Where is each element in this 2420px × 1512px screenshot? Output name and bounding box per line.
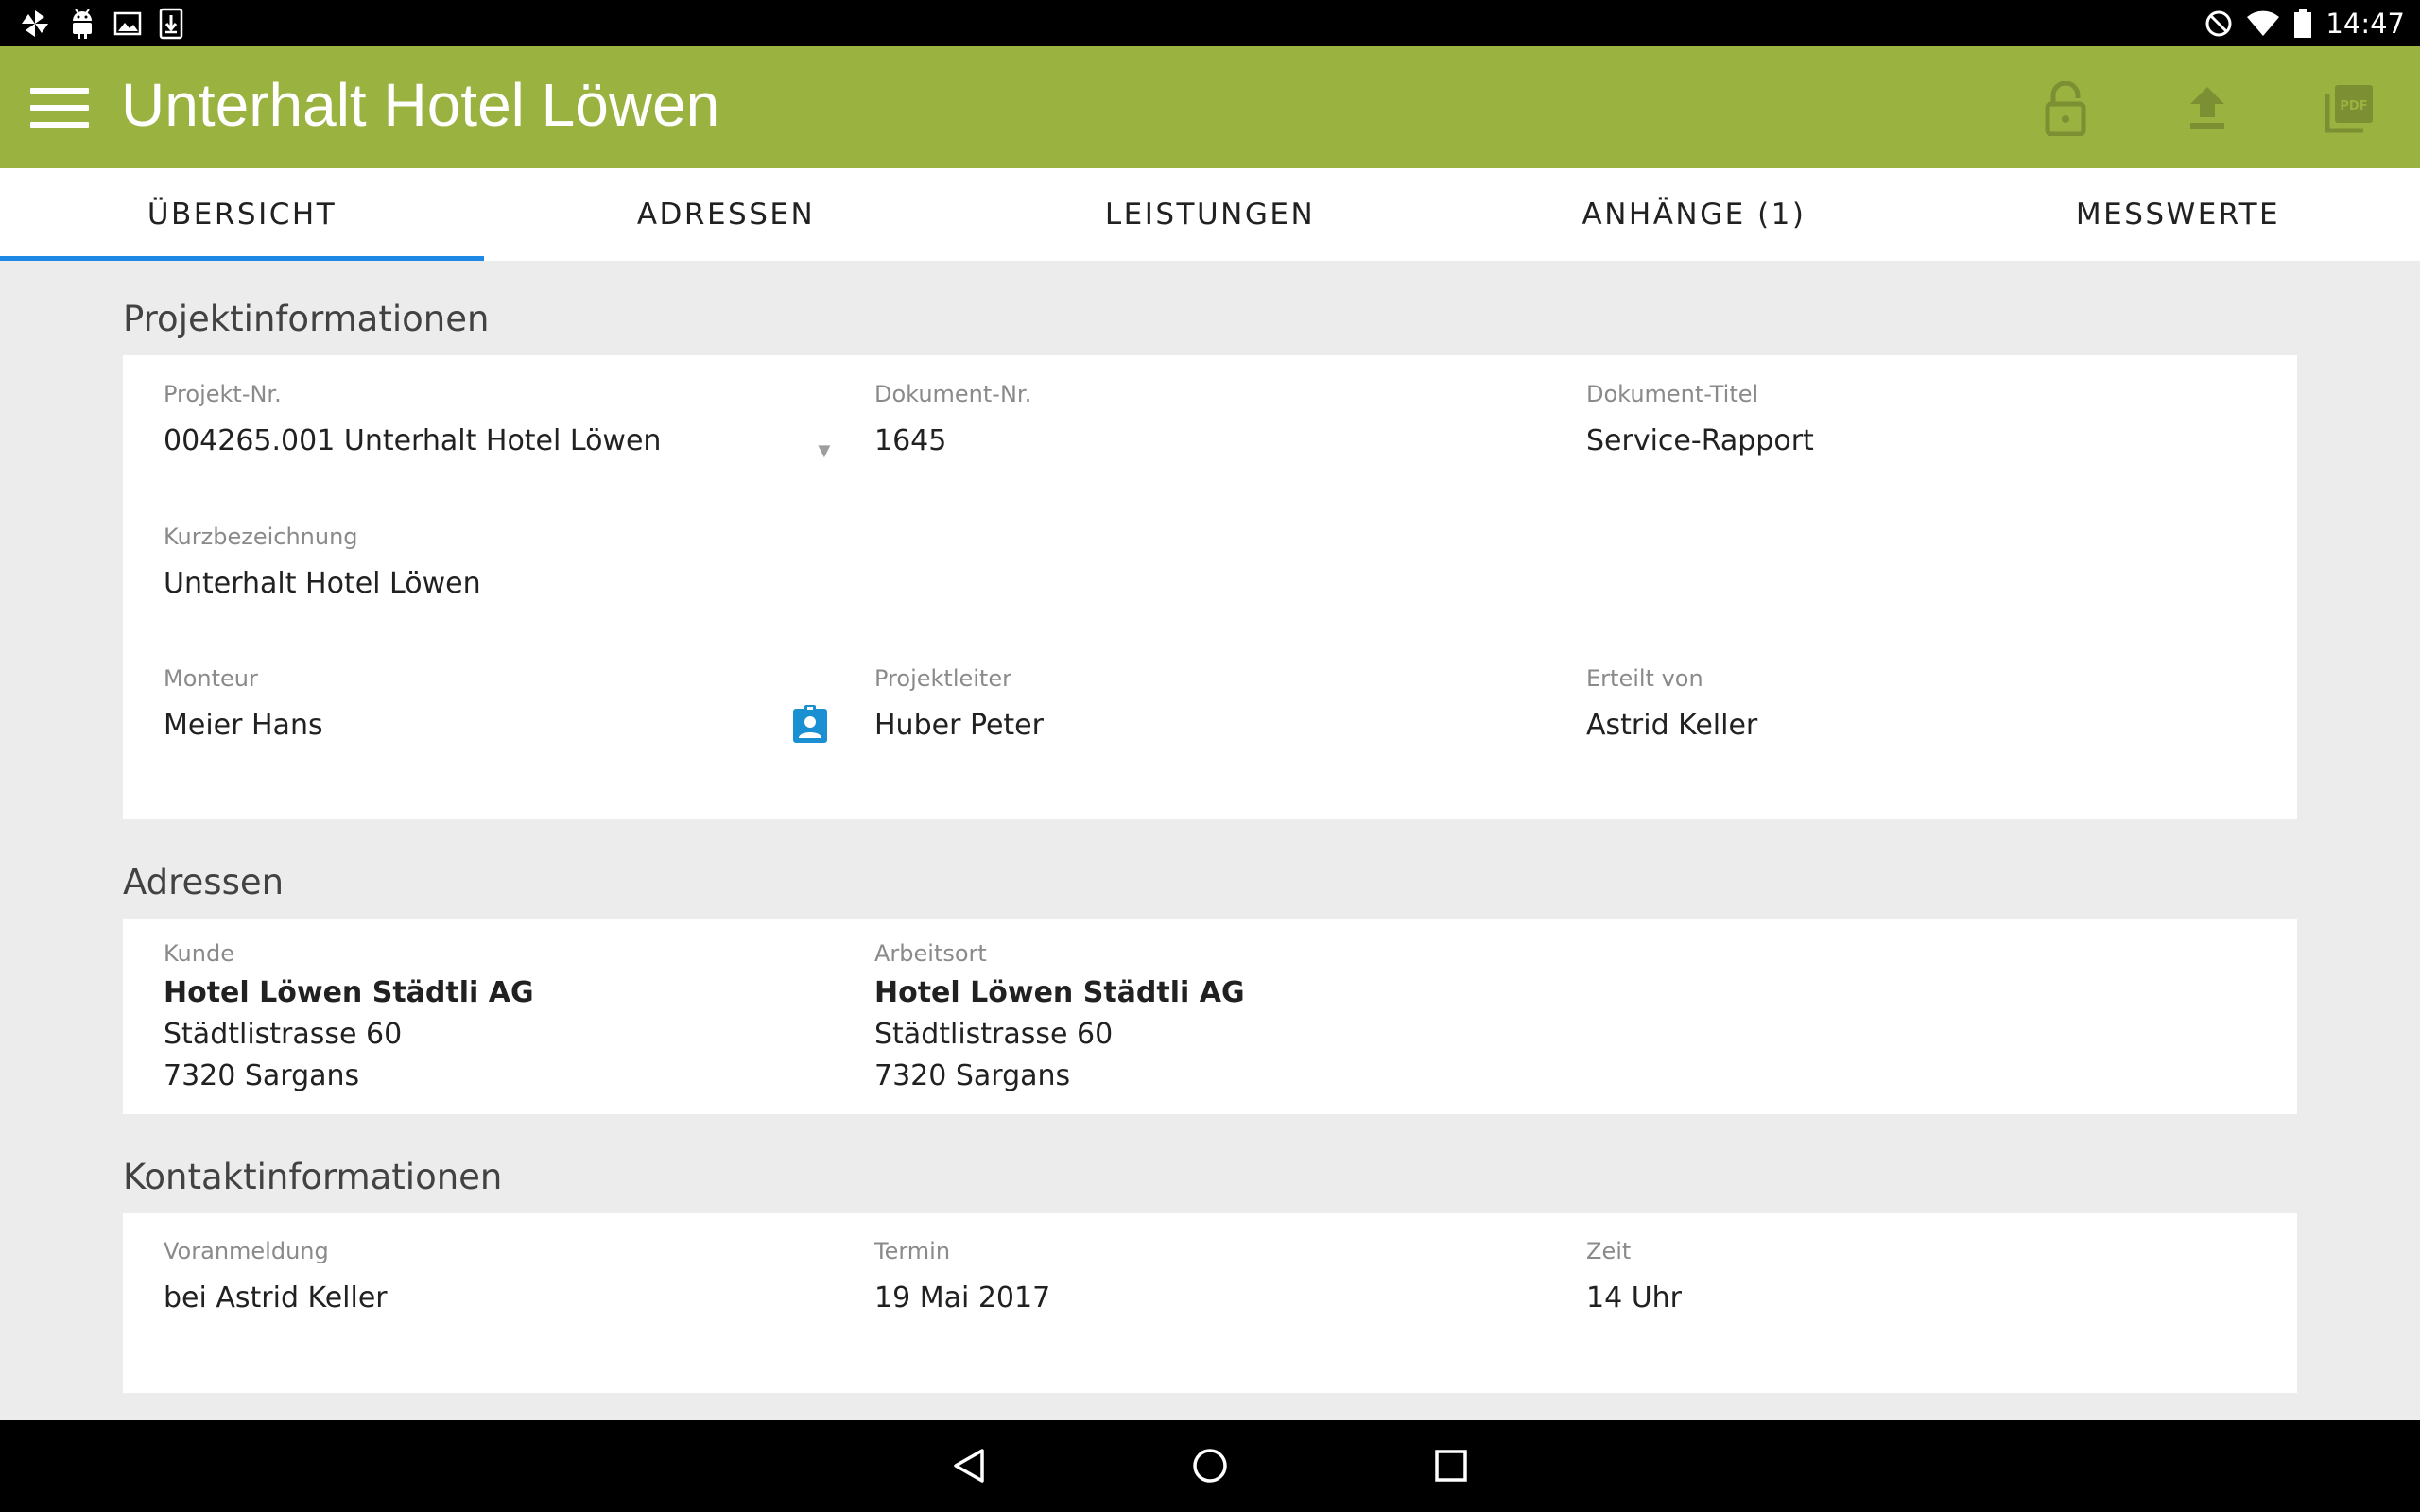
tab-adressen[interactable]: ADRESSEN [484, 168, 968, 261]
termin-value: 19 Mai 2017 [874, 1281, 1051, 1314]
dokument-nr-field[interactable]: Dokument-Nr. 1645 [874, 381, 1031, 457]
kurzbezeichnung-value: Unterhalt Hotel Löwen [164, 567, 481, 600]
tab-anhaenge[interactable]: ANHÄNGE (1) [1452, 168, 1936, 261]
upload-icon [2190, 87, 2224, 129]
battery-icon [2294, 8, 2312, 38]
contact-icon [793, 705, 827, 743]
projekt-nr-value: 004265.001 Unterhalt Hotel Löwen [164, 424, 662, 457]
kunde-street: Städtlistrasse 60 [164, 1018, 403, 1051]
dokument-nr-label: Dokument-Nr. [874, 381, 1032, 407]
home-icon [1193, 1449, 1227, 1483]
dokument-titel-label: Dokument-Titel [1586, 381, 1759, 407]
monteur-field[interactable]: Monteur Meier Hans [164, 665, 323, 742]
download-icon [159, 8, 183, 40]
status-bar: 14:47 [0, 0, 2420, 46]
menu-button[interactable] [30, 88, 89, 129]
termin-label: Termin [874, 1238, 951, 1264]
kunde-address[interactable]: Kunde Hotel Löwen Städtli AG Städtlistra… [164, 940, 534, 1097]
projektleiter-field[interactable]: Projektleiter Huber Peter [874, 665, 1044, 742]
monteur-label: Monteur [164, 665, 258, 692]
app-bar: Unterhalt Hotel Löwen PDF [0, 46, 2420, 168]
dokument-nr-value: 1645 [874, 424, 947, 457]
adressen-card: Kunde Hotel Löwen Städtli AG Städtlistra… [123, 919, 2297, 1114]
unlock-button[interactable] [2037, 80, 2094, 137]
zeit-label: Zeit [1586, 1238, 1632, 1264]
kunde-city: 7320 Sargans [164, 1059, 360, 1092]
do-not-disturb-icon [2205, 10, 2232, 36]
erteilt-von-label: Erteilt von [1586, 665, 1703, 692]
home-button[interactable] [1185, 1441, 1235, 1490]
back-icon [954, 1449, 984, 1483]
arbeitsort-name: Hotel Löwen Städtli AG [874, 976, 1245, 1009]
lock-open-icon [2045, 81, 2086, 136]
kurzbezeichnung-field[interactable]: Kurzbezeichnung Unterhalt Hotel Löwen [164, 524, 481, 600]
erteilt-von-value: Astrid Keller [1586, 709, 1758, 742]
android-icon [73, 9, 92, 39]
dropdown-arrow-icon[interactable]: ▼ [814, 438, 835, 463]
navigation-bar [0, 1420, 2420, 1512]
kurzbezeichnung-label: Kurzbezeichnung [164, 524, 358, 550]
arbeitsort-street: Städtlistrasse 60 [874, 1018, 1114, 1051]
erteilt-von-field[interactable]: Erteilt von Astrid Keller [1586, 665, 1757, 742]
projekt-nr-field[interactable]: Projekt-Nr. 004265.001 Unterhalt Hotel L… [164, 381, 830, 457]
recents-button[interactable] [1426, 1441, 1476, 1490]
contact-picker-button[interactable] [791, 704, 829, 748]
arbeitsort-address[interactable]: Arbeitsort Hotel Löwen Städtli AG Städtl… [874, 940, 1245, 1097]
projekt-nr-label: Projekt-Nr. [164, 381, 282, 407]
zeit-field[interactable]: Zeit 14 Uhr [1586, 1238, 1682, 1314]
tab-uebersicht[interactable]: ÜBERSICHT [0, 168, 484, 261]
kunde-label: Kunde [164, 940, 234, 967]
image-icon [113, 11, 142, 36]
clock: 14:47 [2325, 7, 2405, 40]
tab-leistungen[interactable]: LEISTUNGEN [968, 168, 1452, 261]
zeit-value: 14 Uhr [1586, 1281, 1683, 1314]
monteur-value: Meier Hans [164, 709, 323, 742]
back-button[interactable] [944, 1441, 994, 1490]
arbeitsort-label: Arbeitsort [874, 940, 987, 967]
tab-messwerte[interactable]: MESSWERTE [1936, 168, 2420, 261]
section-title-kontakt: Kontaktinformationen [123, 1157, 503, 1197]
recents-icon [1435, 1450, 1467, 1482]
dokument-titel-field[interactable]: Dokument-Titel Service-Rapport [1586, 381, 1814, 457]
projektleiter-value: Huber Peter [874, 709, 1044, 742]
svg-text:PDF: PDF [2340, 99, 2367, 113]
dokument-titel-value: Service-Rapport [1586, 424, 1814, 457]
wifi-icon [2247, 10, 2280, 36]
pdf-export-button[interactable]: PDF [2321, 80, 2377, 137]
arbeitsort-city: 7320 Sargans [874, 1059, 1071, 1092]
upload-button[interactable] [2179, 80, 2236, 137]
page-title: Unterhalt Hotel Löwen [121, 71, 720, 139]
projektleiter-label: Projektleiter [874, 665, 1011, 692]
voranmeldung-label: Voranmeldung [164, 1238, 329, 1264]
kunde-name: Hotel Löwen Städtli AG [164, 976, 534, 1009]
voranmeldung-value: bei Astrid Keller [164, 1281, 388, 1314]
section-title-projekt: Projektinformationen [123, 299, 490, 339]
kontakt-card: Voranmeldung bei Astrid Keller Termin 19… [123, 1213, 2297, 1393]
section-title-adressen: Adressen [123, 862, 285, 902]
pinwheel-icon [22, 10, 48, 37]
tab-bar: ÜBERSICHT ADRESSEN LEISTUNGEN ANHÄNGE (1… [0, 168, 2420, 261]
hamburger-icon [30, 88, 89, 94]
pdf-icon: PDF [2325, 85, 2373, 133]
termin-field[interactable]: Termin 19 Mai 2017 [874, 1238, 1050, 1314]
notification-icons [19, 6, 183, 42]
voranmeldung-field[interactable]: Voranmeldung bei Astrid Keller [164, 1238, 388, 1314]
system-icons: 14:47 [2204, 0, 2405, 46]
projekt-card: Projekt-Nr. 004265.001 Unterhalt Hotel L… [123, 355, 2297, 819]
